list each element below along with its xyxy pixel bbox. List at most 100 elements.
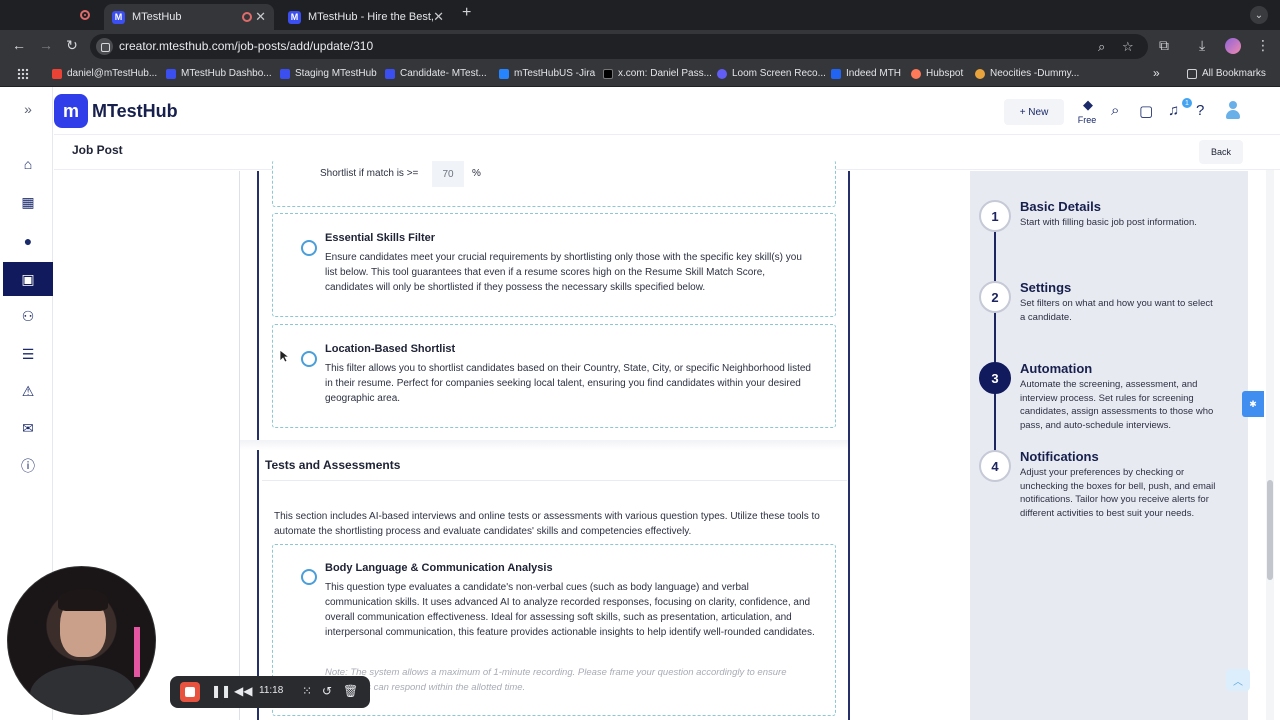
sidebar-item-info[interactable]: ⓘ bbox=[3, 449, 53, 483]
diamond-icon[interactable]: ◆ bbox=[1078, 97, 1098, 113]
browser-tabbar: M MTestHub ✕ M MTestHub - Hire the Best,… bbox=[0, 0, 1280, 30]
more-bookmarks-icon[interactable]: » bbox=[1153, 66, 1160, 80]
sidebar-item-tests[interactable]: ☰ bbox=[3, 337, 53, 371]
bookmark-item[interactable]: Loom Screen Reco... bbox=[717, 68, 826, 79]
rewind-icon[interactable]: ◀◀ bbox=[234, 684, 252, 698]
recording-icon bbox=[80, 10, 90, 20]
user-avatar-icon[interactable] bbox=[1225, 101, 1241, 121]
tab-search-chevron-icon[interactable]: ⌄ bbox=[1250, 6, 1268, 24]
tab-label: MTestHub bbox=[132, 11, 182, 23]
url-text: creator.mtesthub.com/job-posts/add/updat… bbox=[119, 39, 374, 53]
step-1-number[interactable]: 1 bbox=[979, 200, 1011, 232]
essential-skills-radio[interactable] bbox=[301, 240, 317, 256]
bookmark-item[interactable]: daniel@mTestHub... bbox=[52, 68, 157, 79]
sidebar-item-home[interactable]: ⌂ bbox=[3, 147, 53, 181]
chat-icon[interactable]: ▢ bbox=[1139, 102, 1153, 120]
bell-icon[interactable]: ♫ bbox=[1168, 102, 1179, 119]
page-scrollbar[interactable] bbox=[1266, 170, 1274, 720]
new-button[interactable]: + New bbox=[1004, 99, 1064, 125]
essential-skills-card[interactable]: Essential Skills Filter Ensure candidate… bbox=[272, 213, 836, 317]
jira-icon bbox=[499, 68, 509, 79]
step-3-title[interactable]: Automation bbox=[1020, 361, 1092, 376]
bookmark-item[interactable]: Hubspot bbox=[911, 68, 963, 79]
address-bar[interactable]: creator.mtesthub.com/job-posts/add/updat… bbox=[90, 34, 1148, 59]
mtesthub-favicon-icon: M bbox=[112, 10, 125, 24]
bookmark-item[interactable]: Candidate- MTest... bbox=[385, 68, 487, 79]
site-info-icon[interactable] bbox=[96, 38, 113, 55]
bookmark-star-icon[interactable]: ☆ bbox=[1122, 39, 1134, 55]
app-logo[interactable]: m MTestHub bbox=[54, 94, 178, 128]
mouse-cursor-icon bbox=[279, 349, 289, 363]
search-icon[interactable]: ⌕ bbox=[1111, 102, 1119, 119]
sidebar-item-alerts[interactable]: ⚠ bbox=[3, 374, 53, 408]
reload-icon[interactable]: ↻ bbox=[63, 37, 81, 54]
back-button[interactable]: Back bbox=[1199, 140, 1243, 164]
scroll-to-top-icon[interactable]: ︿ bbox=[1226, 669, 1250, 691]
plan-label: Free bbox=[1077, 115, 1097, 125]
bookmark-item[interactable]: Neocities -Dummy... bbox=[975, 68, 1079, 79]
accessibility-icon[interactable]: ✱ bbox=[1242, 391, 1264, 417]
trash-icon[interactable]: 🗑 bbox=[343, 684, 358, 698]
step-3-number[interactable]: 3 bbox=[979, 362, 1011, 394]
close-tab-icon[interactable]: ✕ bbox=[255, 9, 266, 25]
scrollbar-thumb[interactable] bbox=[1267, 480, 1273, 580]
sidebar-item-dashboard[interactable]: ▦ bbox=[3, 185, 53, 219]
body-language-radio[interactable] bbox=[301, 569, 317, 585]
help-icon[interactable]: ? bbox=[1196, 102, 1204, 119]
expand-sidebar-icon[interactable]: » bbox=[3, 101, 53, 117]
tab-mtesthub-hire[interactable]: M MTestHub - Hire the Best, By ✕ bbox=[282, 4, 452, 30]
shortlist-percent-input[interactable] bbox=[432, 161, 464, 187]
bookmark-item[interactable]: x.com: Daniel Pass... bbox=[603, 68, 712, 79]
tab-label: MTestHub - Hire the Best, By bbox=[308, 11, 434, 23]
mtesthub-icon bbox=[385, 68, 395, 79]
card-description: This question type evaluates a candidate… bbox=[325, 582, 815, 638]
card-note: Note: The system allows a maximum of 1-m… bbox=[325, 667, 787, 693]
pause-icon[interactable]: ❚❚ bbox=[211, 684, 231, 698]
stop-recording-button[interactable] bbox=[180, 682, 200, 702]
tab-mtesthub[interactable]: M MTestHub ✕ bbox=[104, 4, 274, 30]
card-title: Essential Skills Filter bbox=[325, 232, 436, 244]
bookmark-item[interactable]: Indeed MTH bbox=[831, 68, 901, 79]
download-icon[interactable]: ⤓ bbox=[1199, 37, 1205, 54]
step-1-title[interactable]: Basic Details bbox=[1020, 199, 1101, 214]
x-icon bbox=[603, 68, 613, 79]
location-shortlist-card[interactable]: Location-Based Shortlist This filter all… bbox=[272, 324, 836, 428]
zoom-icon[interactable]: ⌕ bbox=[1098, 39, 1105, 55]
shortlist-label: Shortlist if match is >= bbox=[320, 168, 419, 179]
user-icon: ● bbox=[23, 233, 33, 249]
back-arrow-icon[interactable]: ← bbox=[10, 37, 28, 53]
home-icon: ⌂ bbox=[23, 156, 33, 172]
sidebar-item-messages[interactable]: ✉ bbox=[3, 411, 53, 445]
mtesthub-logo-icon: m bbox=[54, 94, 88, 128]
bookmark-item[interactable]: Staging MTestHub bbox=[280, 68, 377, 79]
bookmark-item[interactable]: mTestHubUS -Jira bbox=[499, 68, 595, 79]
profile-avatar[interactable] bbox=[1225, 38, 1241, 54]
step-2-number[interactable]: 2 bbox=[979, 281, 1011, 313]
step-4-title[interactable]: Notifications bbox=[1020, 449, 1099, 464]
bookmark-item[interactable]: MTestHub Dashbo... bbox=[166, 68, 272, 79]
sidebar-item-candidates[interactable]: ● bbox=[3, 224, 53, 258]
sidebar-item-jobs[interactable]: ▣ bbox=[3, 262, 53, 296]
browser-menu-icon[interactable]: ⋮ bbox=[1256, 37, 1270, 54]
all-bookmarks-folder[interactable]: All Bookmarks bbox=[1187, 68, 1266, 79]
steps-connector-line bbox=[994, 232, 996, 468]
new-tab-button[interactable]: + bbox=[462, 4, 471, 22]
close-tab-icon[interactable]: ✕ bbox=[433, 9, 444, 25]
step-2-title[interactable]: Settings bbox=[1020, 280, 1071, 295]
mtesthub-icon bbox=[280, 68, 290, 79]
extensions-icon[interactable]: ⧉ bbox=[1159, 37, 1169, 54]
mtesthub-icon bbox=[166, 68, 176, 79]
restart-icon[interactable]: ↺ bbox=[322, 684, 332, 698]
grid-icon[interactable]: ⁙ bbox=[302, 684, 312, 698]
section-line bbox=[262, 480, 847, 481]
neocities-icon bbox=[975, 68, 985, 79]
mtesthub-favicon-icon: M bbox=[288, 10, 301, 24]
step-4-number[interactable]: 4 bbox=[979, 450, 1011, 482]
sidebar-item-team[interactable]: ⚇ bbox=[3, 299, 53, 333]
recorder-controls: ❚❚ ◀◀ 11:18 ⁙ ↺ 🗑 bbox=[170, 676, 370, 708]
location-shortlist-radio[interactable] bbox=[301, 351, 317, 367]
forward-arrow-icon[interactable]: → bbox=[37, 37, 55, 53]
briefcase-icon: ▣ bbox=[21, 270, 35, 287]
apps-grid-icon[interactable] bbox=[17, 68, 29, 80]
indeed-icon bbox=[831, 68, 841, 79]
